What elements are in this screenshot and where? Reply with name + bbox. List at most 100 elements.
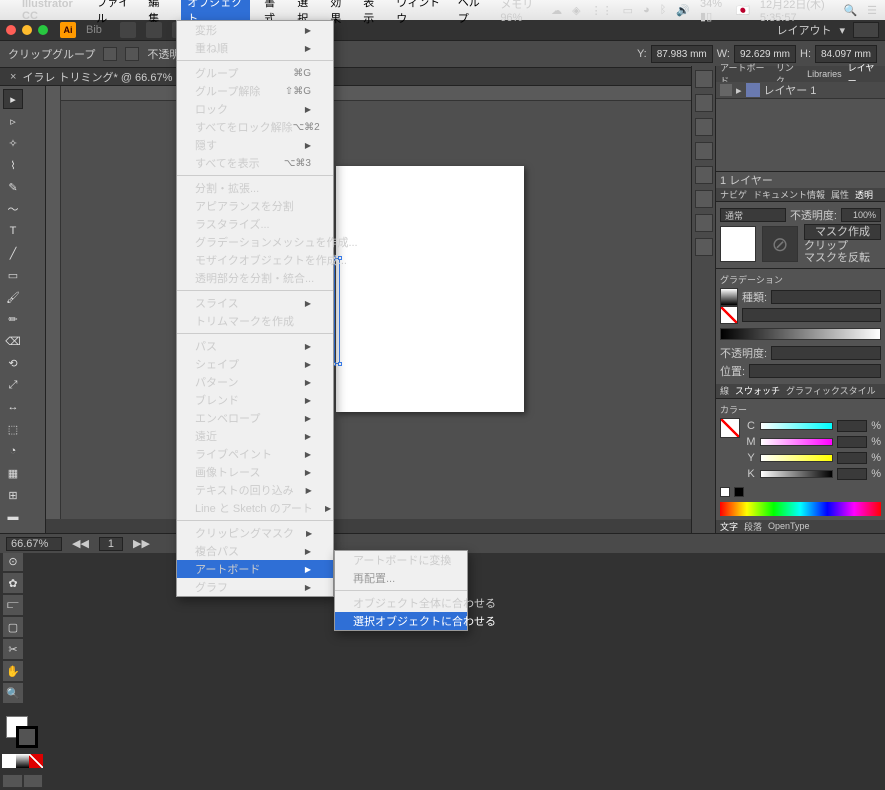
dock-icon-3[interactable] <box>695 118 713 136</box>
cmyk-field-K[interactable] <box>837 468 867 480</box>
quick-icon-1[interactable] <box>120 22 136 38</box>
mask-thumb[interactable]: ⊘ <box>762 226 798 262</box>
menu-item-23[interactable]: ブレンド <box>177 391 333 409</box>
nav-next-icon[interactable]: ▶▶ <box>133 537 150 550</box>
menu-item-31[interactable]: クリッピングマスク <box>177 524 333 542</box>
cmyk-slider-C[interactable] <box>760 422 833 430</box>
menu-item-15[interactable]: 透明部分を分割・統合... <box>177 269 333 287</box>
menu-item-0[interactable]: 変形 <box>177 21 333 39</box>
blend-mode-select[interactable]: 通常 <box>720 208 786 222</box>
curvature-tool[interactable]: 〜 <box>3 199 23 219</box>
menu-item-17[interactable]: スライス <box>177 294 333 312</box>
menu-item-21[interactable]: シェイプ <box>177 355 333 373</box>
clock[interactable]: 12月22日(木) 5:35:57 <box>760 0 834 24</box>
dock-icon-2[interactable] <box>695 94 713 112</box>
hand-tool[interactable]: ✋ <box>3 661 23 681</box>
tab-libraries[interactable]: Libraries <box>807 69 842 79</box>
tab-nav[interactable]: ナビゲ <box>720 188 747 201</box>
dropbox-icon[interactable]: ◈ <box>572 4 580 17</box>
menu-view[interactable]: 表示 <box>363 0 382 26</box>
scale-tool[interactable]: ⤢ <box>3 375 23 395</box>
spectrum-bar[interactable] <box>720 502 881 516</box>
menu-item-3[interactable]: グループ⌘G <box>177 64 333 82</box>
minimize-icon[interactable] <box>22 25 32 35</box>
invert-check[interactable]: マスクを反転 <box>804 252 881 264</box>
submenu-item-0[interactable]: アートボードに変換 <box>335 551 467 569</box>
menu-item-25[interactable]: 遠近 <box>177 427 333 445</box>
dock-icon-8[interactable] <box>695 238 713 256</box>
lasso-tool[interactable]: ⌇ <box>3 155 23 175</box>
menu-item-26[interactable]: ライブペイント <box>177 445 333 463</box>
dock-icon-6[interactable] <box>695 190 713 208</box>
handle-br[interactable] <box>338 362 342 366</box>
dock-icon-4[interactable] <box>695 142 713 160</box>
menu-item-24[interactable]: エンベロープ <box>177 409 333 427</box>
display-icon[interactable]: ▭ <box>623 4 633 17</box>
cmyk-slider-K[interactable] <box>760 470 833 478</box>
app-name[interactable]: Illustrator CC <box>22 0 82 22</box>
artboard-nav-field[interactable]: 1 <box>99 537 123 551</box>
bridge-label[interactable]: Bib <box>86 24 102 36</box>
tab-graphicstyle[interactable]: グラフィックスタイル <box>786 384 876 397</box>
menu-item-22[interactable]: パターン <box>177 373 333 391</box>
width-tool[interactable]: ↔ <box>3 397 23 417</box>
gradient-type-select[interactable] <box>771 290 881 304</box>
menu-item-18[interactable]: トリムマークを作成 <box>177 312 333 330</box>
nav-prev-icon[interactable]: ◀◀ <box>72 537 89 550</box>
gradient-angle-field[interactable] <box>742 308 881 322</box>
artboard-tool[interactable]: ▢ <box>3 617 23 637</box>
color-fill-icon[interactable] <box>720 418 740 438</box>
opacity2-field[interactable]: 100% <box>841 208 881 222</box>
line-tool[interactable]: ╱ <box>3 243 23 263</box>
close-icon[interactable] <box>6 25 16 35</box>
selection-tool[interactable]: ▸ <box>3 89 23 109</box>
slice-tool[interactable]: ✂ <box>3 639 23 659</box>
tab-swatch[interactable]: スウォッチ <box>735 384 780 397</box>
paintbrush-tool[interactable]: 🖌 <box>3 287 23 307</box>
menu-item-33[interactable]: アートボード <box>177 560 333 578</box>
free-transform-tool[interactable]: ⬚ <box>3 419 23 439</box>
artboard[interactable] <box>336 166 524 412</box>
workspace-switcher[interactable]: レイアウト▾ <box>776 22 879 38</box>
bluetooth-icon[interactable]: ᛒ <box>660 4 667 16</box>
eraser-tool[interactable]: ⌫ <box>3 331 23 351</box>
gradient-swatch-icon[interactable] <box>720 288 738 306</box>
tab-close-icon[interactable]: × <box>10 71 16 83</box>
selection-bounds[interactable] <box>334 258 340 364</box>
stroke-swatch-icon[interactable] <box>125 47 139 61</box>
shape-builder-tool[interactable]: ◔ <box>3 441 23 461</box>
clip-check[interactable]: クリップ <box>804 240 881 252</box>
menu-item-1[interactable]: 重ね順 <box>177 39 333 57</box>
fill-stroke-control[interactable] <box>2 716 43 750</box>
graph-tool[interactable]: ⫍ <box>3 595 23 615</box>
dock-icon-1[interactable] <box>695 70 713 88</box>
menu-item-27[interactable]: 画像トレース <box>177 463 333 481</box>
pen-tool[interactable]: ✎ <box>3 177 23 197</box>
tab-character[interactable]: 文字 <box>720 520 738 533</box>
menu-item-32[interactable]: 複合パス <box>177 542 333 560</box>
menu-item-28[interactable]: テキストの回り込み <box>177 481 333 499</box>
menu-item-13[interactable]: グラデーションメッシュを作成... <box>177 233 333 251</box>
layer-name[interactable]: レイヤー 1 <box>764 82 817 98</box>
battery-status[interactable]: 34% ▮▯ <box>700 0 726 23</box>
menu-help[interactable]: ヘルプ <box>458 0 487 26</box>
zoom-icon[interactable] <box>38 25 48 35</box>
color-mode-icons[interactable] <box>2 754 43 770</box>
menu-item-20[interactable]: パス <box>177 337 333 355</box>
menu-item-7[interactable]: 隠す <box>177 136 333 154</box>
cmyk-field-Y[interactable] <box>837 452 867 464</box>
wifi-icon[interactable]: ⋮⋮ <box>591 4 613 17</box>
submenu-item-3[interactable]: オブジェクト全体に合わせる <box>335 594 467 612</box>
direct-selection-tool[interactable]: ▹ <box>3 111 23 131</box>
rectangle-tool[interactable]: ▭ <box>3 265 23 285</box>
layer-row[interactable]: ▸ レイヤー 1 <box>716 82 885 99</box>
black-swatch-icon[interactable] <box>734 487 744 497</box>
menu-item-5[interactable]: ロック <box>177 100 333 118</box>
tab-paragraph[interactable]: 段落 <box>744 520 762 533</box>
visibility-icon[interactable] <box>720 84 732 96</box>
horizontal-scrollbar[interactable] <box>46 519 691 533</box>
wifi2-icon[interactable]: ◕ <box>643 4 650 16</box>
screen-mode-icons[interactable] <box>2 774 43 790</box>
tab-docinfo[interactable]: ドキュメント情報 <box>753 188 825 201</box>
cmyk-slider-Y[interactable] <box>760 454 833 462</box>
